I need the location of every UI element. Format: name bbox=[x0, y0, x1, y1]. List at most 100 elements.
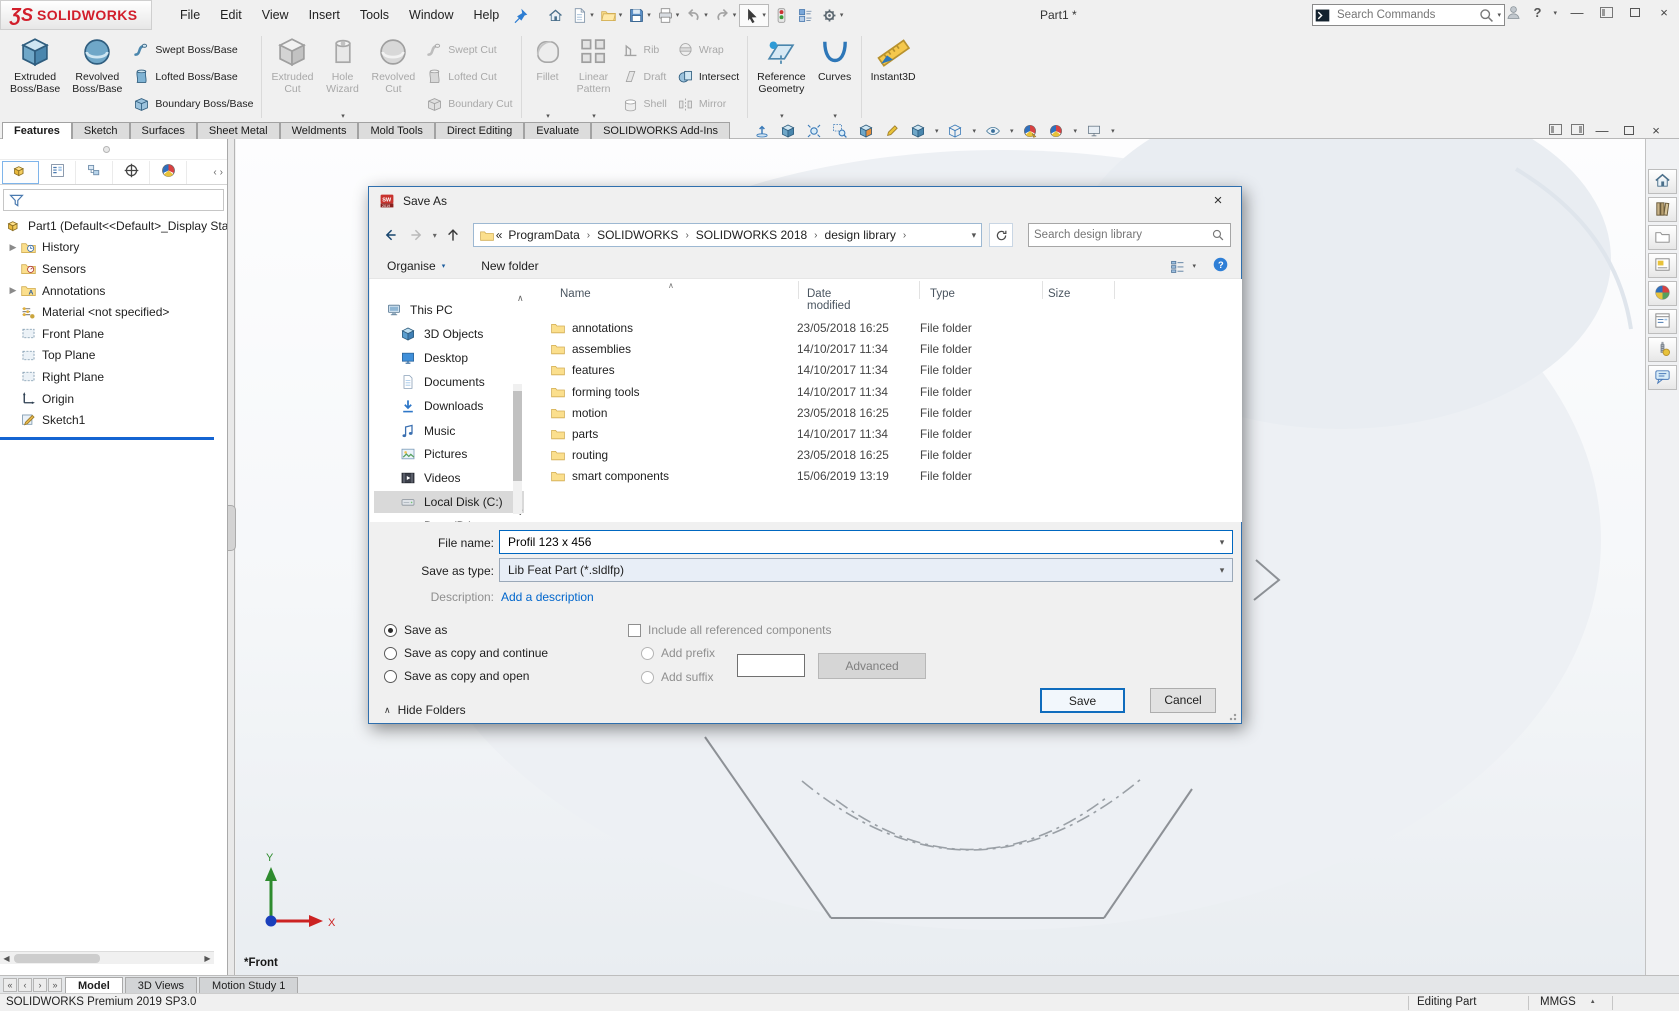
tree-item-sensors[interactable]: Sensors bbox=[0, 258, 227, 280]
propertymanager-tab[interactable] bbox=[39, 161, 76, 184]
minimize-button[interactable]: — bbox=[1568, 4, 1586, 22]
file-row[interactable]: motion23/05/2018 16:25File folder bbox=[540, 402, 1234, 423]
tab-weldments[interactable]: Weldments bbox=[280, 122, 359, 139]
edit-appearance-icon[interactable] bbox=[1021, 121, 1040, 140]
add-description-link[interactable]: Add a description bbox=[501, 590, 594, 604]
up-button[interactable] bbox=[442, 224, 464, 246]
crumb-solidworks-2018[interactable]: SOLIDWORKS 2018 bbox=[691, 228, 812, 242]
navpane-documents[interactable]: Documents bbox=[398, 371, 485, 393]
tree-item-annotations[interactable]: ▶AAnnotations bbox=[0, 280, 227, 302]
view-orientation-icon[interactable] bbox=[908, 121, 927, 140]
scroll-right-icon[interactable]: ▶ bbox=[201, 952, 214, 964]
file-row[interactable]: parts14/10/2017 11:34File folder bbox=[540, 423, 1234, 444]
save-as-type-combo[interactable]: Lib Feat Part (*.sldlfp) ▾ bbox=[499, 558, 1233, 582]
window-layout-button[interactable] bbox=[1597, 4, 1615, 22]
navpane-local-disk-c[interactable]: Local Disk (C:) bbox=[374, 491, 524, 513]
pane-right-button[interactable] bbox=[1571, 124, 1584, 138]
tab-motion-study-1[interactable]: Motion Study 1 bbox=[199, 977, 298, 993]
zoom-to-area-icon[interactable] bbox=[804, 121, 823, 140]
save-button-qat[interactable]: ▾ bbox=[625, 5, 653, 26]
pane-left-button[interactable] bbox=[1549, 124, 1562, 138]
reference-geometry-button[interactable]: Reference Geometry ▾ bbox=[751, 32, 811, 122]
back-button[interactable] bbox=[379, 224, 401, 246]
combo-dropdown-icon[interactable]: ▾ bbox=[1212, 537, 1232, 548]
crumb-design-library[interactable]: design library bbox=[820, 228, 901, 242]
tab-scroll-next[interactable]: › bbox=[33, 978, 47, 992]
tab-scroll-first[interactable]: « bbox=[3, 978, 17, 992]
tab-evaluate[interactable]: Evaluate bbox=[524, 122, 591, 139]
featuremanager-tab[interactable] bbox=[2, 161, 39, 184]
menu-edit[interactable]: Edit bbox=[210, 4, 252, 26]
combo-dropdown-icon[interactable]: ▾ bbox=[1212, 565, 1232, 576]
dimxpertmanager-tab[interactable] bbox=[113, 161, 150, 184]
section-view-icon[interactable] bbox=[856, 121, 875, 140]
column-name[interactable]: Name bbox=[560, 288, 591, 300]
file-properties-button[interactable] bbox=[794, 5, 817, 26]
tree-root[interactable]: Part1 (Default<<Default>_Display Sta bbox=[0, 215, 227, 237]
curves-button[interactable]: Curves ▾ bbox=[812, 32, 858, 122]
organise-button[interactable]: Organise▾ bbox=[387, 259, 445, 273]
recent-locations-icon[interactable]: ▾ bbox=[433, 231, 437, 240]
instant3d-button[interactable]: Instant3D bbox=[865, 32, 922, 122]
hide-folders-button[interactable]: ∧Hide Folders bbox=[384, 703, 466, 717]
home-button[interactable] bbox=[544, 5, 567, 26]
column-date-modified[interactable]: Date modified bbox=[807, 288, 850, 312]
save-as-radio[interactable]: Save as bbox=[384, 623, 447, 637]
displaymanager-tab[interactable] bbox=[150, 161, 187, 184]
scrollbar-thumb[interactable] bbox=[14, 954, 100, 963]
revolved-boss-button[interactable]: Revolved Boss/Base bbox=[66, 32, 128, 122]
design-library-button[interactable] bbox=[1648, 197, 1677, 222]
menu-tools[interactable]: Tools bbox=[350, 4, 399, 26]
custom-properties-button[interactable] bbox=[1648, 309, 1677, 334]
panel-splitter-handle[interactable] bbox=[103, 146, 110, 153]
panel-tab-scroll-left[interactable]: ‹ bbox=[213, 167, 216, 178]
print-button[interactable]: ▾ bbox=[654, 5, 682, 26]
refresh-button[interactable] bbox=[989, 223, 1013, 247]
file-row[interactable]: routing23/05/2018 16:25File folder bbox=[540, 444, 1234, 465]
dialog-title-bar[interactable]: SW2019 Save As bbox=[369, 187, 1241, 215]
help-icon[interactable]: ? bbox=[1534, 5, 1542, 20]
sort-ascending-icon[interactable]: ∧ bbox=[668, 281, 674, 290]
select-button[interactable]: ▾ bbox=[739, 4, 769, 27]
toolbox-button[interactable] bbox=[1648, 337, 1677, 362]
tab-mold-tools[interactable]: Mold Tools bbox=[358, 122, 434, 139]
navpane-pictures[interactable]: Pictures bbox=[398, 443, 467, 465]
tab-direct-editing[interactable]: Direct Editing bbox=[435, 122, 524, 139]
navpane-desktop[interactable]: Desktop bbox=[398, 347, 468, 369]
file-row[interactable]: features14/10/2017 11:34File folder bbox=[540, 359, 1234, 380]
menu-window[interactable]: Window bbox=[399, 4, 463, 26]
file-explorer-button[interactable] bbox=[1648, 225, 1677, 250]
forum-button[interactable] bbox=[1648, 365, 1677, 390]
navpane-collapse-icon[interactable]: ∧ bbox=[517, 293, 524, 304]
panel-splitter-grip[interactable] bbox=[228, 505, 236, 551]
doc-close-button[interactable]: × bbox=[1647, 122, 1665, 140]
menu-help[interactable]: Help bbox=[464, 4, 510, 26]
open-button[interactable]: ▾ bbox=[597, 5, 625, 26]
file-row[interactable]: forming tools14/10/2017 11:34File folder bbox=[540, 381, 1234, 402]
rollback-bar[interactable] bbox=[0, 437, 214, 440]
tab-sheet-metal[interactable]: Sheet Metal bbox=[197, 122, 280, 139]
close-button[interactable]: × bbox=[1655, 4, 1673, 22]
scrollbar-thumb[interactable] bbox=[513, 391, 522, 481]
pin-icon[interactable] bbox=[511, 6, 530, 25]
rebuild-button[interactable] bbox=[770, 5, 793, 26]
navpane-3d-objects[interactable]: 3D Objects bbox=[398, 323, 483, 345]
tab-features[interactable]: Features bbox=[2, 122, 72, 139]
tab-3d-views[interactable]: 3D Views bbox=[125, 977, 197, 993]
cancel-button[interactable]: Cancel bbox=[1150, 688, 1216, 713]
zoom-to-fit-icon[interactable] bbox=[752, 121, 771, 140]
breadcrumb-dropdown-icon[interactable]: ▾ bbox=[972, 230, 977, 241]
previous-view-icon[interactable] bbox=[830, 121, 849, 140]
doc-minimize-button[interactable]: — bbox=[1593, 122, 1611, 140]
tree-filter[interactable] bbox=[3, 189, 224, 211]
save-as-copy-open-radio[interactable]: Save as copy and open bbox=[384, 669, 529, 683]
view-settings-icon[interactable] bbox=[1084, 121, 1103, 140]
tree-item-history[interactable]: ▶History bbox=[0, 237, 227, 259]
crumb-programdata[interactable]: ProgramData bbox=[503, 228, 584, 242]
navpane-data-d[interactable]: Data (D:) bbox=[398, 515, 473, 522]
command-search-input[interactable] bbox=[1332, 9, 1477, 21]
dialog-close-button[interactable]: × bbox=[1195, 187, 1241, 215]
appearances-scenes-button[interactable] bbox=[1648, 281, 1677, 306]
help-caret-icon[interactable]: ▾ bbox=[1553, 9, 1557, 17]
navpane-videos[interactable]: Videos bbox=[398, 467, 460, 489]
